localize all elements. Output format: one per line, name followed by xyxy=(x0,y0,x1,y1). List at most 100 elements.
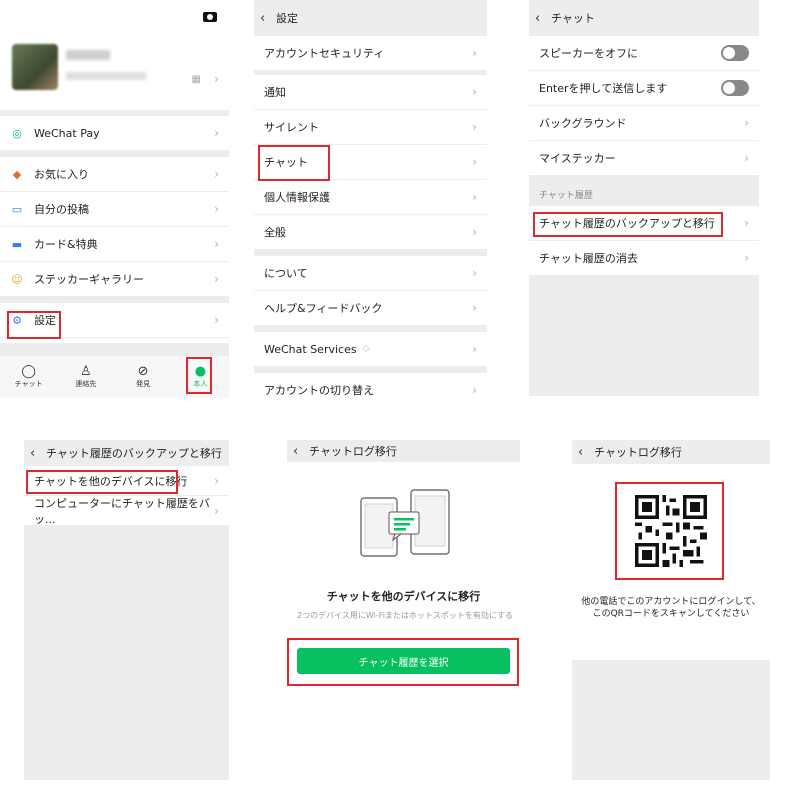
settings-item-label: について xyxy=(264,267,308,280)
avatar[interactable] xyxy=(12,44,58,90)
page-title: 設定 xyxy=(276,12,298,25)
enter-to-send-toggle[interactable] xyxy=(721,80,749,96)
chevron-right-icon: › xyxy=(744,116,749,130)
tab-label: 連絡先 xyxy=(75,380,97,388)
card-icon: ▬ xyxy=(11,237,23,251)
favorites-cube-icon: ◆ xyxy=(12,167,22,181)
qr-code-image xyxy=(635,495,707,567)
chevron-right-icon: › xyxy=(472,120,477,134)
tab-label: 発見 xyxy=(136,380,151,388)
menu-item-label: 設定 xyxy=(34,314,56,327)
back-arrow-icon[interactable]: ‹ xyxy=(30,446,46,461)
menu-item-settings[interactable]: ⚙ 設定 › xyxy=(0,303,229,338)
back-arrow-icon[interactable]: ‹ xyxy=(535,11,551,26)
settings-item-label: アカウントの切り替え xyxy=(264,384,374,397)
settings-item-label: 全般 xyxy=(264,226,286,239)
nav-header: ‹ チャット xyxy=(529,0,759,36)
chat-item-enter-to-send[interactable]: Enterを押して送信します xyxy=(529,71,759,106)
menu-item-favorites[interactable]: ◆ お気に入り › xyxy=(0,157,229,192)
chevron-right-icon: › xyxy=(214,272,219,286)
chevron-right-icon: › xyxy=(472,342,477,356)
page-title: チャット履歴のバックアップと移行 xyxy=(46,447,222,460)
chat-bubble-icon: ◯ xyxy=(21,364,36,379)
chat-item-clear-history[interactable]: チャット履歴の消去 › xyxy=(529,241,759,276)
backup-item-backup-computer[interactable]: コンピューターにチャット履歴をバッ... › xyxy=(24,496,229,526)
settings-item-label: チャット xyxy=(264,156,308,169)
back-arrow-icon[interactable]: ‹ xyxy=(260,11,276,26)
settings-item-privacy[interactable]: 個人情報保護 › xyxy=(254,180,487,215)
backup-item-migrate-device[interactable]: チャットを他のデバイスに移行 › xyxy=(24,466,229,496)
settings-item-chat[interactable]: チャット › xyxy=(254,145,487,180)
camera-icon[interactable] xyxy=(203,12,217,22)
chat-item-speaker-off[interactable]: スピーカーをオフに xyxy=(529,36,759,71)
settings-item-general[interactable]: 全般 › xyxy=(254,215,487,250)
speaker-off-toggle[interactable] xyxy=(721,45,749,61)
chevron-right-icon: › xyxy=(214,503,219,518)
qr-code-icon[interactable]: ▦ xyxy=(192,74,201,85)
menu-item-label: 自分の投稿 xyxy=(34,203,89,216)
chevron-right-icon: › xyxy=(744,216,749,230)
select-chat-history-button[interactable]: チャット履歴を選択 xyxy=(297,648,510,674)
chevron-right-icon: › xyxy=(472,155,477,169)
backup-item-label: チャットを他のデバイスに移行 xyxy=(34,474,188,488)
chevron-right-icon: › xyxy=(744,251,749,265)
chat-item-background[interactable]: バックグラウンド › xyxy=(529,106,759,141)
menu-item-cards[interactable]: ▬ カード&特典 › xyxy=(0,227,229,262)
settings-item-wechat-services[interactable]: WeChat Services ◇ › xyxy=(254,332,487,367)
chat-log-migration-panel: ‹ チャットログ移行 チャットを他のデバイスに移行 2つのデバイス用にWi-Fi… xyxy=(287,440,520,690)
bottom-tab-bar: ◯ チャット ♙ 連絡先 ⊘ 発見 ● 本人 xyxy=(0,356,229,398)
tab-contacts[interactable]: ♙ 連絡先 xyxy=(57,356,114,398)
section-label-chat-history: チャット履歴 xyxy=(529,176,759,206)
chevron-right-icon: › xyxy=(472,85,477,99)
settings-item-switch-account[interactable]: アカウントの切り替え › xyxy=(254,373,487,398)
nav-header: ‹ 設定 xyxy=(254,0,487,36)
chevron-right-icon: › xyxy=(472,46,477,60)
chevron-right-icon: › xyxy=(214,473,219,488)
settings-item-label: サイレント xyxy=(264,121,319,134)
chevron-right-icon: › xyxy=(214,313,219,327)
menu-item-label: お気に入り xyxy=(34,168,89,181)
settings-item-help[interactable]: ヘルプ&フィードバック › xyxy=(254,291,487,326)
page-title: チャットログ移行 xyxy=(594,446,682,459)
settings-item-label: アカウントセキュリティ xyxy=(264,47,385,60)
settings-gear-icon: ⚙ xyxy=(12,313,22,327)
chevron-right-icon: › xyxy=(472,383,477,397)
settings-item-label: ヘルプ&フィードバック xyxy=(264,302,383,315)
back-arrow-icon[interactable]: ‹ xyxy=(578,445,594,460)
wechat-pay-icon: ◎ xyxy=(12,126,22,140)
tab-chat[interactable]: ◯ チャット xyxy=(0,356,57,398)
back-arrow-icon[interactable]: ‹ xyxy=(293,444,309,459)
chevron-right-icon: › xyxy=(214,237,219,251)
page-title: チャットログ移行 xyxy=(309,445,397,458)
chevron-right-icon: › xyxy=(472,301,477,315)
chat-item-my-stickers[interactable]: マイステッカー › xyxy=(529,141,759,176)
settings-item-label: WeChat Services xyxy=(264,342,357,356)
chevron-right-icon: › xyxy=(214,72,219,86)
settings-item-notifications[interactable]: 通知 › xyxy=(254,75,487,110)
nav-header: ‹ チャットログ移行 xyxy=(572,440,770,464)
menu-item-wechat-pay[interactable]: ◎ WeChat Pay › xyxy=(0,116,229,151)
backup-item-label: コンピューターにチャット履歴をバッ... xyxy=(34,496,210,526)
chat-item-backup-migrate[interactable]: チャット履歴のバックアップと移行 › xyxy=(529,206,759,241)
contacts-icon: ♙ xyxy=(80,364,92,379)
chevron-right-icon: › xyxy=(214,167,219,181)
menu-item-label: WeChat Pay xyxy=(34,126,100,140)
moments-photo-icon: ▭ xyxy=(11,202,23,216)
settings-item-account-security[interactable]: アカウントセキュリティ › xyxy=(254,36,487,71)
menu-item-moments[interactable]: ▭ 自分の投稿 › xyxy=(0,192,229,227)
chevron-right-icon: › xyxy=(214,126,219,140)
settings-item-label: 通知 xyxy=(264,86,286,99)
settings-item-about[interactable]: について › xyxy=(254,256,487,291)
menu-item-stickers[interactable]: ☺ ステッカーギャラリー › xyxy=(0,262,229,297)
settings-item-silent[interactable]: サイレント › xyxy=(254,110,487,145)
tab-discover[interactable]: ⊘ 発見 xyxy=(115,356,172,398)
chevron-right-icon: › xyxy=(472,225,477,239)
chat-item-label: マイステッカー xyxy=(539,152,616,165)
profile-header[interactable]: ▦ › xyxy=(0,0,229,110)
discover-compass-icon: ⊘ xyxy=(137,364,149,379)
sticker-smile-icon: ☺ xyxy=(11,272,23,286)
nav-header: ‹ チャットログ移行 xyxy=(287,440,520,462)
chevron-right-icon: › xyxy=(472,190,477,204)
tab-me[interactable]: ● 本人 xyxy=(172,356,229,398)
qr-login-panel: ‹ チャットログ移行 他の電話でこのアカウントにログインして、このQRコードをス… xyxy=(572,440,770,780)
